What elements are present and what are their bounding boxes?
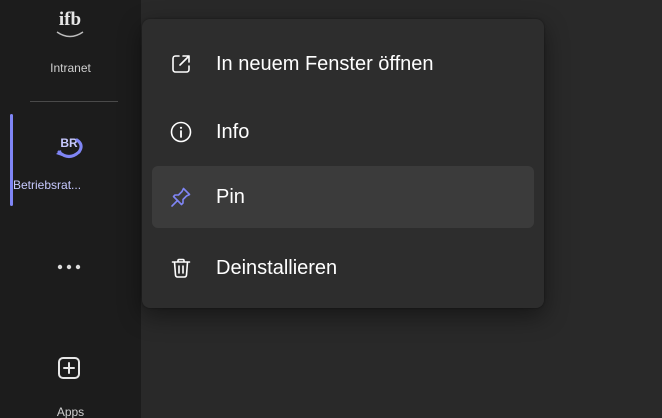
menu-item-label: In neuem Fenster öffnen <box>216 53 434 75</box>
menu-item-label: Deinstallieren <box>216 257 338 279</box>
menu-item-pin[interactable]: Pin <box>152 166 534 228</box>
context-menu: In neuem Fenster öffnen Info Pin Deinsta… <box>142 19 544 308</box>
menu-item-info[interactable]: Info <box>152 101 534 163</box>
ifb-logo-icon: ifb <box>56 9 84 38</box>
active-indicator <box>10 114 13 206</box>
svg-text:BR: BR <box>60 136 78 150</box>
trash-icon <box>171 258 191 278</box>
rail-item-betriebsrat[interactable]: BR Betriebsrat... <box>0 114 141 206</box>
rail-item-apps[interactable]: Apps <box>0 350 141 418</box>
svg-text:ifb: ifb <box>59 9 81 30</box>
rail-item-label: Betriebsrat... <box>13 178 82 192</box>
rail-item-label: Intranet <box>50 61 91 75</box>
rail-divider <box>30 101 118 102</box>
menu-item-label: Info <box>216 121 250 143</box>
menu-item-uninstall[interactable]: Deinstallieren <box>152 237 534 299</box>
menu-item-label: Pin <box>216 186 245 208</box>
menu-item-open-in-new-window[interactable]: In neuem Fenster öffnen <box>152 33 534 95</box>
rail-item-intranet[interactable]: ifb Intranet <box>0 0 141 86</box>
teams-app-window: ifb Intranet BR Betriebsrat... Apps In n… <box>0 0 662 418</box>
rail-item-more[interactable] <box>0 252 141 282</box>
apps-add-icon <box>58 357 80 379</box>
betriebsrat-icon: BR <box>56 136 83 158</box>
app-rail: ifb Intranet BR Betriebsrat... Apps <box>0 0 141 418</box>
rail-item-label: Apps <box>56 405 85 418</box>
pin-icon <box>171 187 191 207</box>
info-icon <box>170 121 192 143</box>
more-options-icon <box>57 264 81 270</box>
open-in-new-window-icon <box>172 55 190 73</box>
